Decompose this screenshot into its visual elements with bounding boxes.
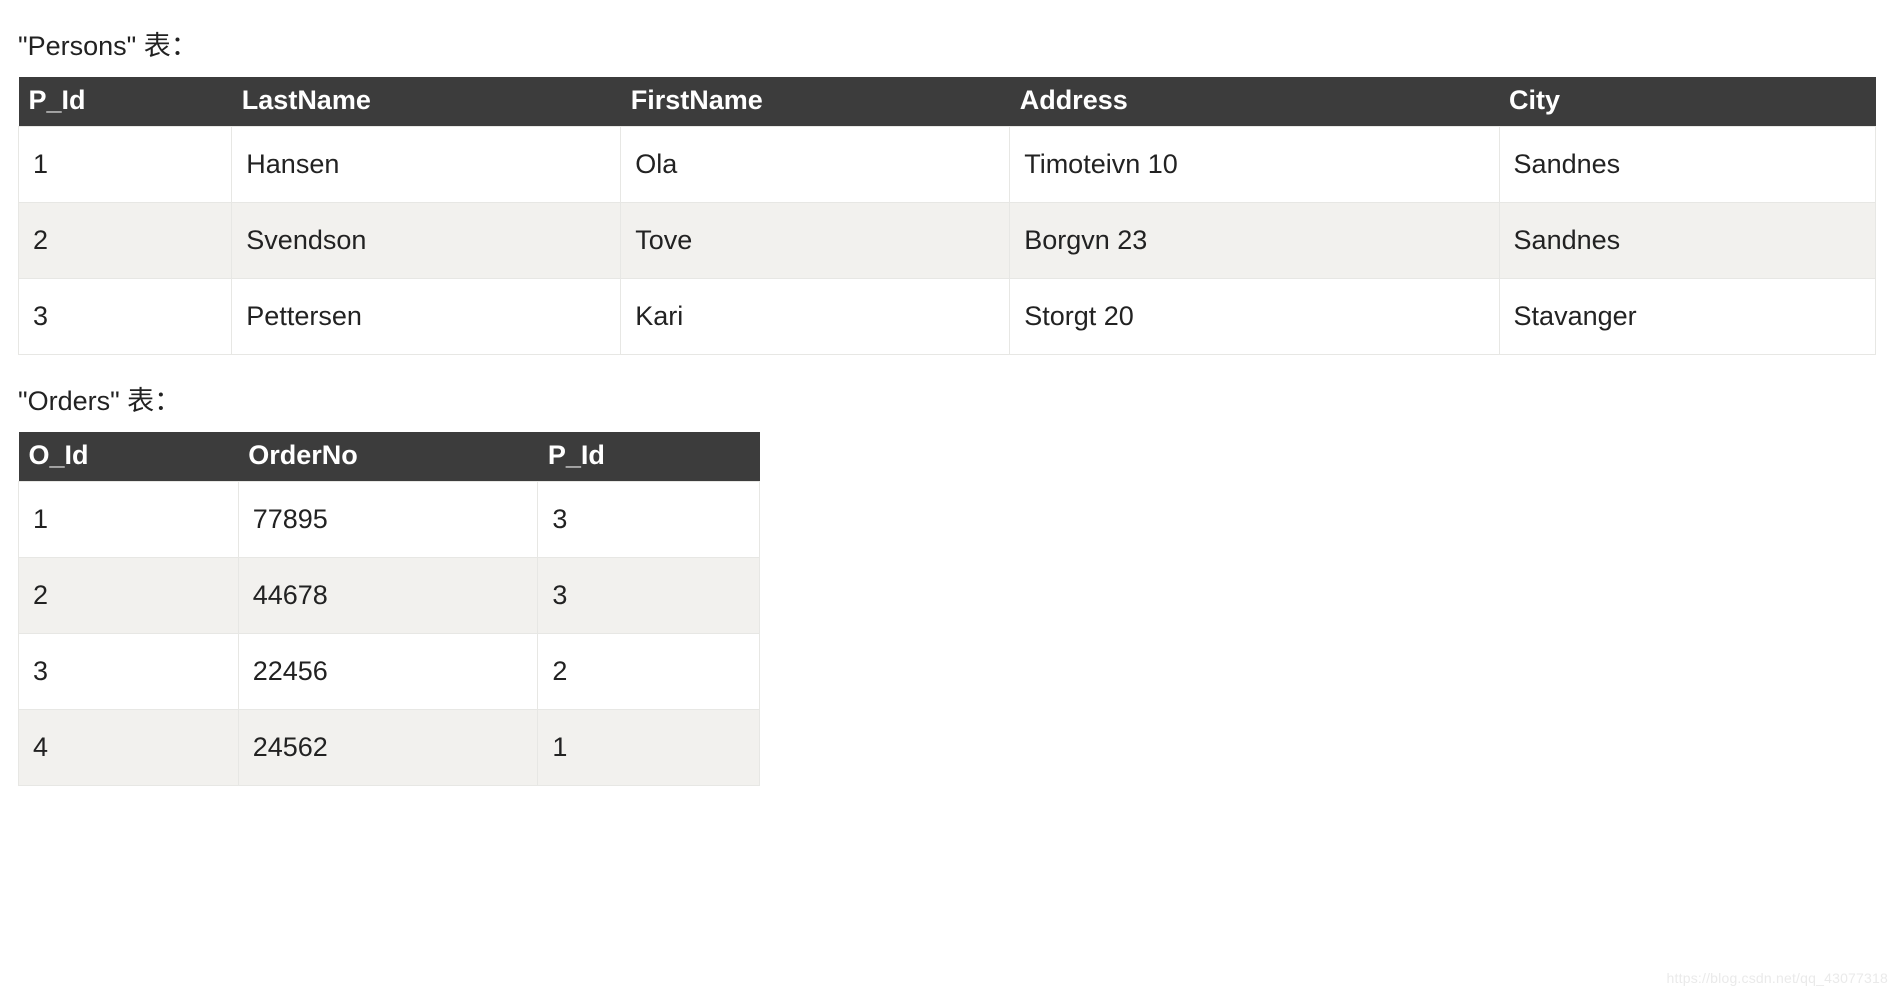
- persons-header-city: City: [1499, 77, 1875, 127]
- orders-cell: 2: [538, 634, 760, 710]
- orders-cell: 3: [538, 482, 760, 558]
- persons-cell: Timoteivn 10: [1010, 127, 1499, 203]
- orders-cell: 44678: [238, 558, 538, 634]
- orders-cell: 24562: [238, 710, 538, 786]
- orders-header-orderno: OrderNo: [238, 432, 538, 482]
- persons-header-address: Address: [1010, 77, 1499, 127]
- persons-cell: Stavanger: [1499, 279, 1875, 355]
- orders-cell: 77895: [238, 482, 538, 558]
- persons-table: P_Id LastName FirstName Address City 1 H…: [18, 77, 1876, 355]
- orders-cell: 22456: [238, 634, 538, 710]
- orders-table: O_Id OrderNo P_Id 1 77895 3 2 44678 3 3 …: [18, 432, 760, 786]
- watermark-text: https://blog.csdn.net/qq_43077318: [1667, 970, 1888, 986]
- persons-cell: 1: [19, 127, 232, 203]
- orders-table-caption: "Orders" 表：: [18, 379, 1880, 418]
- persons-cell: 2: [19, 203, 232, 279]
- persons-cell: Storgt 20: [1010, 279, 1499, 355]
- persons-header-row: P_Id LastName FirstName Address City: [19, 77, 1876, 127]
- persons-cell: Sandnes: [1499, 203, 1875, 279]
- table-row: 1 Hansen Ola Timoteivn 10 Sandnes: [19, 127, 1876, 203]
- persons-table-caption: "Persons" 表：: [18, 24, 1880, 63]
- orders-cell: 1: [19, 482, 239, 558]
- persons-cell: Sandnes: [1499, 127, 1875, 203]
- table-row: 3 Pettersen Kari Storgt 20 Stavanger: [19, 279, 1876, 355]
- persons-header-pid: P_Id: [19, 77, 232, 127]
- table-row: 1 77895 3: [19, 482, 760, 558]
- table-row: 3 22456 2: [19, 634, 760, 710]
- persons-cell: Ola: [621, 127, 1010, 203]
- persons-cell: Tove: [621, 203, 1010, 279]
- persons-cell: 3: [19, 279, 232, 355]
- table-row: 4 24562 1: [19, 710, 760, 786]
- persons-cell: Pettersen: [232, 279, 621, 355]
- orders-header-pid: P_Id: [538, 432, 760, 482]
- orders-cell: 2: [19, 558, 239, 634]
- orders-cell: 3: [538, 558, 760, 634]
- orders-header-oid: O_Id: [19, 432, 239, 482]
- persons-cell: Hansen: [232, 127, 621, 203]
- persons-cell: Kari: [621, 279, 1010, 355]
- persons-cell: Svendson: [232, 203, 621, 279]
- orders-cell: 1: [538, 710, 760, 786]
- orders-cell: 3: [19, 634, 239, 710]
- table-row: 2 Svendson Tove Borgvn 23 Sandnes: [19, 203, 1876, 279]
- persons-header-lastname: LastName: [232, 77, 621, 127]
- orders-header-row: O_Id OrderNo P_Id: [19, 432, 760, 482]
- persons-header-firstname: FirstName: [621, 77, 1010, 127]
- persons-cell: Borgvn 23: [1010, 203, 1499, 279]
- table-row: 2 44678 3: [19, 558, 760, 634]
- orders-cell: 4: [19, 710, 239, 786]
